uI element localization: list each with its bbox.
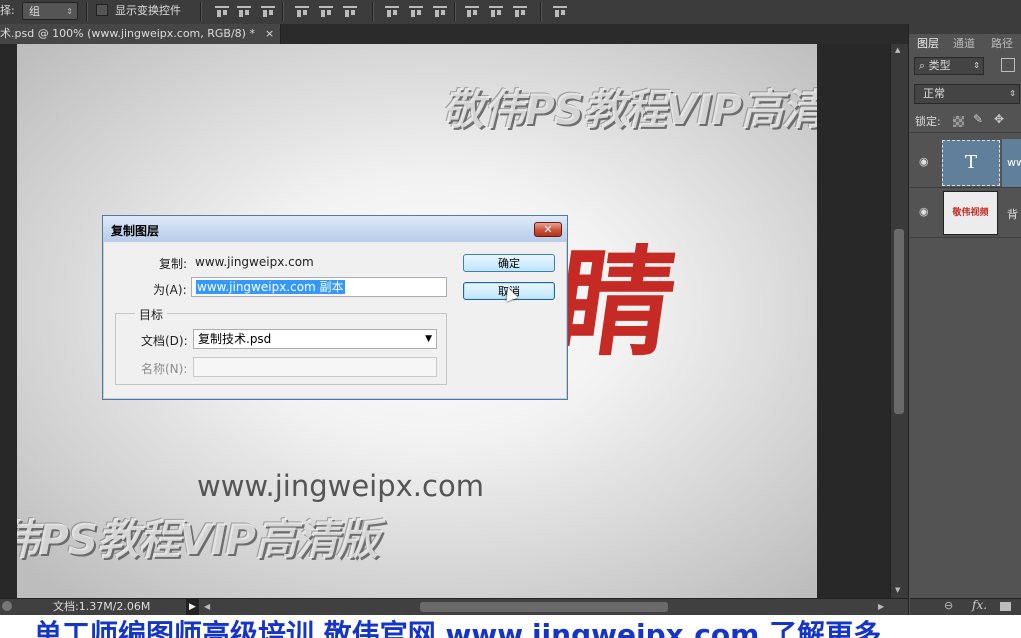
dialog-close-icon[interactable]: ✕ <box>534 222 562 237</box>
document-tab[interactable]: 术.psd @ 100% (www.jingweipx.com, RGB/8) … <box>0 24 281 44</box>
align-icon[interactable] <box>318 3 334 19</box>
watermark-bottom: 伟PS教程VIP高清版 <box>17 515 379 564</box>
layer-filter-value: 类型 <box>928 59 951 72</box>
scroll-right-icon[interactable]: ▶ <box>878 599 884 615</box>
tab-layers[interactable]: 图层 <box>909 35 947 53</box>
layer-name: ww <box>1007 156 1021 169</box>
align-icon[interactable] <box>294 3 310 19</box>
name-label: 名称(N): <box>141 362 188 376</box>
blend-mode-value: 正常 <box>923 87 945 100</box>
scroll-left-icon[interactable]: ◀ <box>204 599 210 615</box>
status-circle-icon <box>2 601 12 611</box>
dialog-titlebar: 复制图层 ✕ <box>103 216 567 242</box>
align-icon[interactable] <box>464 3 480 19</box>
align-icon[interactable] <box>552 3 568 19</box>
link-layers-icon[interactable]: ⊖ <box>944 599 953 612</box>
updown-icon: ⇕ <box>1009 89 1016 98</box>
copy-source-value: www.jingweipx.com <box>195 255 314 269</box>
lock-brush-icon[interactable]: ✎ <box>973 112 983 126</box>
lock-move-icon[interactable]: ✥ <box>994 112 1004 126</box>
show-transform-checkbox[interactable] <box>96 4 108 16</box>
document-tab-title: 术.psd @ 100% (www.jingweipx.com, RGB/8) … <box>0 27 255 40</box>
document-size-status: 文档:1.37M/2.06M <box>53 600 151 613</box>
as-name-input[interactable]: www.jingweipx.com 副本 <box>191 277 447 297</box>
dropdown-arrow-icon: ▼ <box>425 334 432 344</box>
duplicate-layer-dialog: 复制图层 ✕ 复制: www.jingweipx.com 为(A): www.j… <box>102 215 568 400</box>
document-label: 文档(D): <box>141 334 188 348</box>
fx-icon[interactable]: fx. <box>972 598 987 612</box>
horizontal-scroll-thumb[interactable] <box>420 602 668 612</box>
search-icon: ⌕ <box>919 59 926 72</box>
close-tab-icon[interactable]: × <box>265 24 274 44</box>
scroll-down-icon[interactable]: ▼ <box>895 586 900 594</box>
updown-icon: ⇕ <box>973 61 980 70</box>
auto-select-value: 组 <box>29 5 40 18</box>
visibility-eye-icon[interactable]: ◉ <box>919 155 929 168</box>
document-select[interactable]: 复制技术.psd ▼ <box>193 329 437 349</box>
tab-channels[interactable]: 通道 <box>953 35 975 53</box>
dialog-title: 复制图层 <box>111 224 160 238</box>
align-icon[interactable] <box>488 3 504 19</box>
layer-row-text[interactable]: ◉ T ww <box>910 139 1021 188</box>
separator <box>86 2 88 21</box>
align-icon[interactable] <box>342 3 358 19</box>
panel-footer: ⊖ fx. <box>910 598 1021 616</box>
panel-header <box>909 24 1021 34</box>
layer-thumbnail-background: 敬伟视频 <box>943 191 998 235</box>
vertical-scrollbar[interactable]: ▲ ▼ <box>890 44 909 598</box>
separator <box>372 2 374 21</box>
scroll-up-icon[interactable]: ▲ <box>895 46 900 54</box>
url-text-layer: www.jingweipx.com <box>197 469 484 503</box>
updown-icon: ⇕ <box>66 7 73 16</box>
document-select-value: 复制技术.psd <box>198 332 272 346</box>
lock-label: 锁定: <box>915 115 941 128</box>
as-name-value: www.jingweipx.com 副本 <box>196 280 345 294</box>
align-icon[interactable] <box>512 3 528 19</box>
as-label: 为(A): <box>153 283 187 297</box>
align-icon[interactable] <box>408 3 424 19</box>
layer-thumbnail-text: T <box>942 140 1000 186</box>
align-icon[interactable] <box>432 3 448 19</box>
target-group-label: 目标 <box>135 306 168 323</box>
status-menu-arrow-icon[interactable]: ▶ <box>186 599 199 615</box>
mask-icon[interactable] <box>1000 602 1011 611</box>
separator <box>200 2 202 21</box>
auto-select-dropdown[interactable]: 组 ⇕ <box>22 2 78 20</box>
align-icon[interactable] <box>260 3 276 19</box>
blend-mode-dropdown[interactable]: 正常 ⇕ <box>914 84 1020 104</box>
divider <box>909 132 1021 133</box>
vertical-scroll-thumb[interactable] <box>894 229 904 414</box>
align-icon[interactable] <box>384 3 400 19</box>
visibility-eye-icon[interactable]: ◉ <box>919 205 929 218</box>
layers-panel: 图层 通道 路径 ⌕ 类型 ⇕ 正常 ⇕ 锁定: ✎ ✥ <box>908 24 1021 615</box>
subtitle-text: 单工师编图师高级培训 敬伟官网 www.jingweipx.com 了解更多 <box>34 618 882 638</box>
layer-row-background[interactable]: ◉ 敬伟视频 背 <box>910 189 1021 238</box>
copy-label: 复制: <box>159 257 188 271</box>
ok-button[interactable]: 确定 <box>463 254 555 272</box>
lock-transparency-icon[interactable] <box>953 116 964 127</box>
align-icon[interactable] <box>214 3 230 19</box>
video-subtitle: 单工师编图师高级培训 敬伟官网 www.jingweipx.com 了解更多 <box>0 615 1021 638</box>
show-transform-label: 显示变换控件 <box>115 4 181 17</box>
separator <box>454 2 456 21</box>
separator <box>540 2 542 21</box>
tab-paths[interactable]: 路径 <box>991 35 1013 53</box>
image-filter-icon[interactable] <box>1001 58 1015 72</box>
align-icon[interactable] <box>236 3 252 19</box>
watermark-top: 敬伟PS教程VIP高清版 <box>442 85 817 134</box>
status-bar: 文档:1.37M/2.06M ▶ ◀ ▶ <box>0 598 908 616</box>
options-bar: 择: 组 ⇕ 显示变换控件 <box>0 0 1021 25</box>
layer-name: 背 <box>1007 208 1018 221</box>
name-input[interactable] <box>193 357 437 377</box>
separator <box>282 2 284 21</box>
layer-filter-dropdown[interactable]: ⌕ 类型 ⇕ <box>914 57 984 75</box>
auto-select-label: 择: <box>0 4 15 17</box>
